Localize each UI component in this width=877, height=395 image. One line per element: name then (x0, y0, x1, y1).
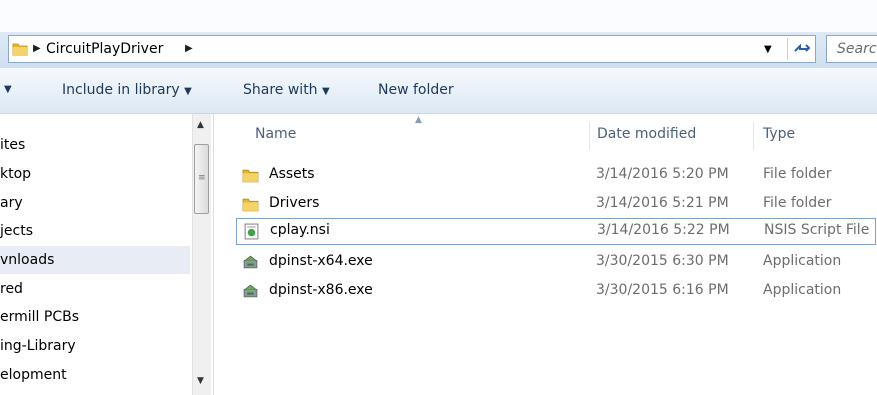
command-toolbar: ▼ Include in library ▼ Share with ▼ New … (0, 68, 877, 114)
scroll-up-arrow-icon[interactable]: ▲ (197, 120, 204, 130)
nav-item-library[interactable]: ary (0, 189, 190, 217)
file-date: 3/30/2015 6:30 PM (596, 253, 729, 269)
nav-item-label: ary (0, 195, 23, 211)
nav-item-shared[interactable]: red (0, 275, 190, 303)
breadcrumb-separator-icon[interactable]: ▶ (33, 43, 41, 54)
file-row-drivers[interactable]: Drivers 3/14/2016 5:21 PM File folder (234, 191, 877, 218)
file-type: NSIS Script File (764, 222, 870, 238)
include-in-library-label: Include in library (62, 82, 180, 98)
nav-item-label: vnloads (0, 252, 55, 268)
new-folder-button[interactable]: New folder (378, 82, 454, 98)
nav-scrollbar[interactable]: ▲ ≡ ▼ (192, 114, 211, 395)
breadcrumb-circuitplaydriver[interactable]: CircuitPlayDriver (46, 41, 163, 57)
address-history-dropdown-icon[interactable]: ▼ (764, 44, 772, 55)
file-row-assets[interactable]: Assets 3/14/2016 5:20 PM File folder (234, 162, 877, 189)
folder-icon (242, 169, 259, 183)
nsis-script-icon (244, 223, 259, 240)
installer-app-icon (243, 284, 258, 298)
nav-item-label: red (0, 281, 23, 297)
scroll-down-arrow-icon[interactable]: ▼ (197, 376, 204, 386)
file-row-dpinst-x86[interactable]: dpinst-x86.exe 3/30/2015 6:16 PM Applica… (234, 278, 877, 305)
column-header-type[interactable]: Type (763, 126, 795, 142)
file-name: dpinst-x86.exe (269, 282, 373, 298)
sort-ascending-icon: ▲ (415, 115, 422, 125)
search-placeholder: Search (837, 41, 877, 57)
file-name: Assets (269, 166, 315, 182)
include-in-library-button[interactable]: Include in library ▼ (62, 82, 192, 98)
breadcrumb-separator-icon[interactable]: ▶ (185, 43, 193, 54)
column-header-date-modified[interactable]: Date modified (597, 126, 696, 142)
window-titlebar (0, 0, 877, 32)
file-row-cplay-nsi[interactable]: cplay.nsi 3/14/2016 5:22 PM NSIS Script … (236, 218, 876, 245)
column-header-name[interactable]: Name (255, 126, 296, 142)
nav-item-library-folder[interactable]: ing-Library (0, 332, 190, 360)
nav-item-label: ermill PCBs (0, 309, 79, 325)
share-with-label: Share with (243, 82, 318, 98)
file-type: Application (763, 282, 842, 298)
file-list: Name ▲ Date modified Type Assets 3/14/20… (214, 114, 877, 395)
nav-item-downloads[interactable]: vnloads (0, 246, 190, 274)
scroll-thumb[interactable]: ≡ (194, 144, 209, 214)
organize-dropdown-icon[interactable]: ▼ (4, 84, 12, 95)
chevron-down-icon: ▼ (184, 86, 192, 97)
file-date: 3/14/2016 5:22 PM (597, 222, 730, 238)
nav-item-projects[interactable]: jects (0, 217, 190, 245)
nav-item-label: ites (0, 137, 26, 153)
nav-item-development[interactable]: elopment (0, 361, 190, 389)
nav-item-label: elopment (0, 367, 67, 383)
file-date: 3/30/2015 6:16 PM (596, 282, 729, 298)
refresh-button[interactable] (787, 38, 815, 60)
share-with-button[interactable]: Share with ▼ (243, 82, 330, 98)
grip-icon: ≡ (198, 173, 206, 183)
folder-icon (12, 43, 28, 56)
nav-item-label: ing-Library (0, 338, 76, 354)
installer-app-icon (243, 255, 258, 269)
file-date: 3/14/2016 5:20 PM (596, 166, 729, 182)
column-divider[interactable] (589, 122, 590, 150)
file-type: File folder (763, 166, 832, 182)
file-row-dpinst-x64[interactable]: dpinst-x64.exe 3/30/2015 6:30 PM Applica… (234, 249, 877, 276)
nav-item-label: ktop (0, 166, 32, 182)
refresh-icon (794, 43, 811, 52)
file-name: cplay.nsi (270, 222, 330, 238)
nav-item-desktop[interactable]: ktop (0, 160, 190, 188)
address-bar[interactable]: ▶ CircuitPlayDriver ▶ ▼ (8, 35, 816, 63)
nav-item-favorites[interactable]: ites (0, 131, 190, 159)
file-name: Drivers (269, 195, 320, 211)
navigation-pane: ites ktop ary jects vnloads red ermill P… (0, 114, 214, 395)
search-input[interactable]: Search (826, 35, 877, 63)
folder-icon (242, 198, 259, 212)
column-divider[interactable] (753, 122, 754, 150)
nav-item-othermill-pcbs[interactable]: ermill PCBs (0, 303, 190, 331)
nav-item-label: jects (0, 223, 33, 239)
chevron-down-icon: ▼ (322, 86, 330, 97)
file-type: File folder (763, 195, 832, 211)
file-name: dpinst-x64.exe (269, 253, 373, 269)
file-date: 3/14/2016 5:21 PM (596, 195, 729, 211)
file-type: Application (763, 253, 842, 269)
address-row: ▶ CircuitPlayDriver ▶ ▼ Search (0, 32, 877, 68)
